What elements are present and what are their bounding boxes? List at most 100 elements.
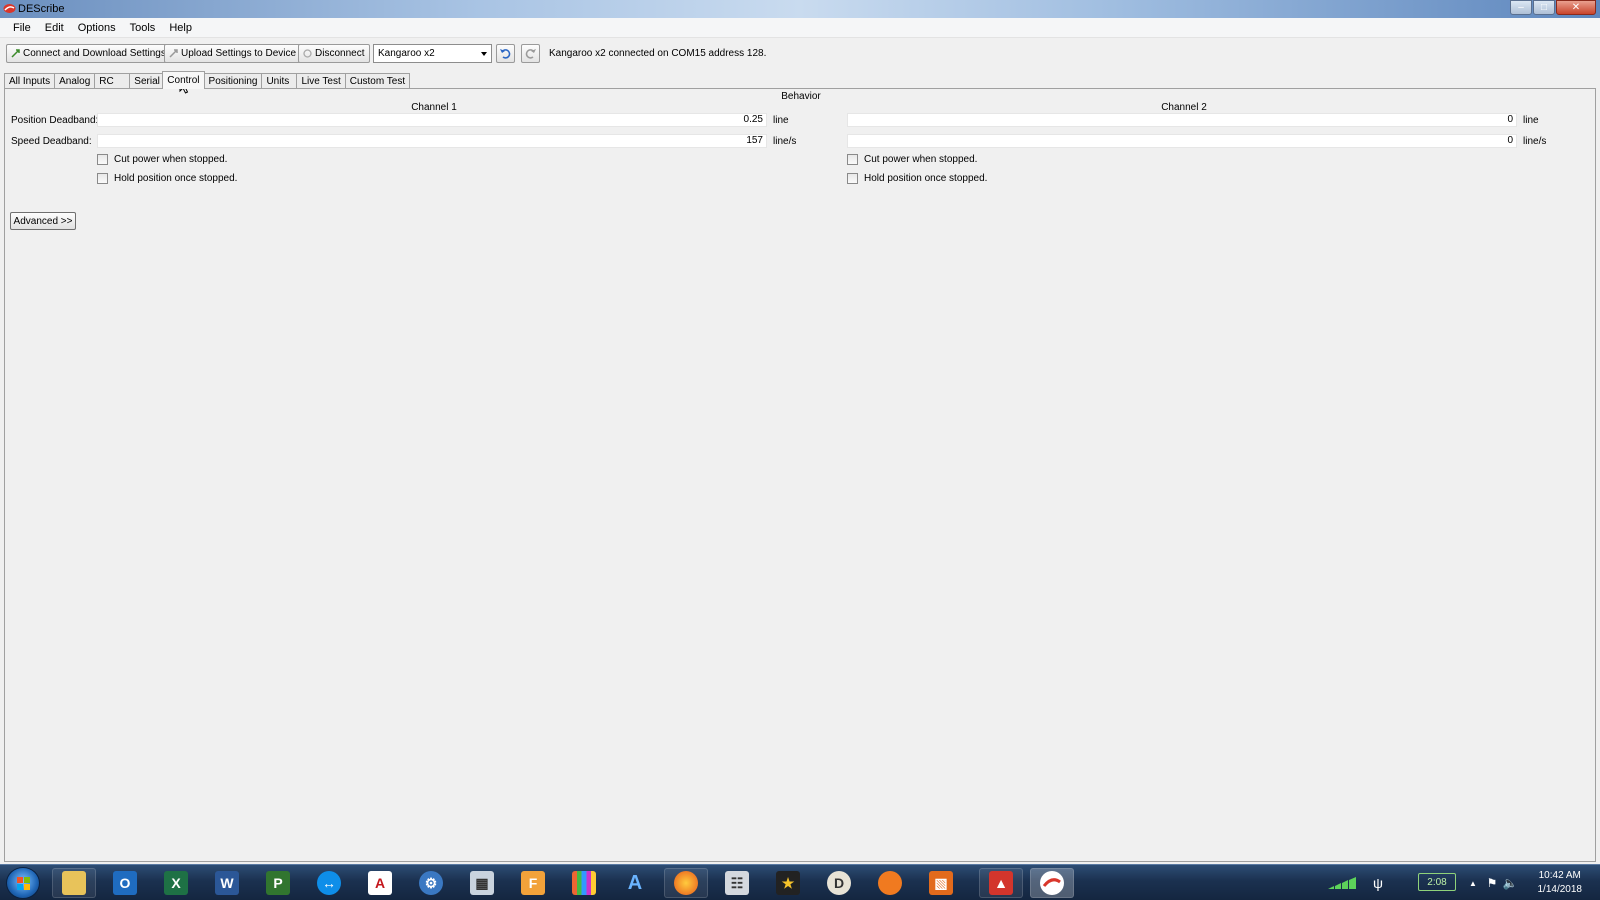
show-hidden-icons-icon[interactable]: ▲ bbox=[1466, 868, 1480, 898]
word-icon: W bbox=[215, 871, 239, 895]
taskbar-app-dark[interactable]: ★ bbox=[766, 868, 810, 898]
device-select-value: Kangaroo x2 bbox=[378, 48, 435, 59]
firefox-icon bbox=[674, 871, 698, 895]
taskbar-describe[interactable] bbox=[1030, 868, 1074, 898]
maximize-button[interactable]: □ bbox=[1533, 0, 1555, 15]
connection-status: Kangaroo x2 connected on COM15 address 1… bbox=[549, 48, 767, 59]
channel2-title: Channel 2 bbox=[1161, 102, 1207, 113]
taskbar-app-red[interactable]: ▲ bbox=[979, 868, 1023, 898]
advanced-button[interactable]: Advanced >> bbox=[10, 212, 76, 230]
describe-app-icon bbox=[3, 4, 16, 13]
toolbar: Connect and Download Settings Upload Set… bbox=[0, 39, 1600, 69]
menu-bar: File Edit Options Tools Help bbox=[0, 18, 1600, 38]
menu-options[interactable]: Options bbox=[71, 22, 123, 34]
calculator-icon: ▦ bbox=[470, 871, 494, 895]
start-button[interactable] bbox=[6, 867, 40, 899]
keyboard-icon: ☷ bbox=[725, 871, 749, 895]
ch2-hold-position-checkbox[interactable]: Hold position once stopped. bbox=[847, 173, 987, 184]
gear-icon: ⚙ bbox=[419, 871, 443, 895]
disconnect-icon bbox=[303, 49, 312, 58]
ch1-hold-position-checkbox[interactable]: Hold position once stopped. bbox=[97, 173, 237, 184]
taskbar-explorer[interactable] bbox=[52, 868, 96, 898]
taskbar-teamviewer[interactable]: ↔ bbox=[307, 868, 351, 898]
taskbar-keyboard[interactable]: ☷ bbox=[715, 868, 759, 898]
tab-units[interactable]: Units bbox=[261, 73, 298, 89]
taskbar-acrobat[interactable]: A bbox=[358, 868, 402, 898]
connect-download-button[interactable]: Connect and Download Settings bbox=[6, 44, 172, 63]
upload-icon bbox=[169, 49, 178, 58]
ch1-speed-deadband-input[interactable]: 157 bbox=[97, 134, 767, 148]
menu-tools[interactable]: Tools bbox=[123, 22, 163, 34]
teamviewer-icon: ↔ bbox=[317, 871, 341, 895]
dark-app-icon: ★ bbox=[776, 871, 800, 895]
ch2-position-deadband-input[interactable]: 0 bbox=[847, 113, 1517, 127]
disconnect-label: Disconnect bbox=[315, 48, 365, 59]
taskbar-app-frame[interactable]: ▧ bbox=[919, 868, 963, 898]
excel-icon: X bbox=[164, 871, 188, 895]
volume-icon[interactable]: 🔈 bbox=[1502, 868, 1518, 898]
taskbar-app-orange[interactable] bbox=[868, 868, 912, 898]
system-clock[interactable]: 10:42 AM 1/14/2018 bbox=[1538, 869, 1583, 897]
tab-control[interactable]: Control bbox=[162, 71, 205, 89]
ch1-cut-power-label: Cut power when stopped. bbox=[114, 154, 228, 165]
battery-indicator[interactable]: 2:08 bbox=[1418, 873, 1456, 891]
menu-edit[interactable]: Edit bbox=[38, 22, 71, 34]
ch2-speed-unit: line/s bbox=[1523, 136, 1547, 147]
clock-date: 1/14/2018 bbox=[1537, 884, 1583, 895]
taskbar-app-bars[interactable] bbox=[562, 868, 606, 898]
frame-app-icon: ▧ bbox=[929, 871, 953, 895]
action-center-flag-icon[interactable]: ⚑ bbox=[1484, 868, 1500, 898]
close-button[interactable]: ✕ bbox=[1556, 0, 1596, 15]
orange-app-icon bbox=[878, 871, 902, 895]
taskbar-firefox[interactable] bbox=[664, 868, 708, 898]
ch1-cut-power-checkbox[interactable]: Cut power when stopped. bbox=[97, 154, 227, 165]
menu-help[interactable]: Help bbox=[162, 22, 199, 34]
taskbar-filezilla[interactable]: F bbox=[511, 868, 555, 898]
circle-app-icon: D bbox=[827, 871, 851, 895]
tab-custom-test[interactable]: Custom Test bbox=[344, 73, 411, 89]
bars-icon bbox=[572, 871, 596, 895]
checkbox-box[interactable] bbox=[847, 173, 858, 184]
ch2-cut-power-checkbox[interactable]: Cut power when stopped. bbox=[847, 154, 977, 165]
taskbar-project[interactable]: P bbox=[256, 868, 300, 898]
taskbar-outlook[interactable]: O bbox=[103, 868, 147, 898]
checkbox-box[interactable] bbox=[97, 154, 108, 165]
menu-file[interactable]: File bbox=[6, 22, 38, 34]
behavior-section-title: Behavior bbox=[781, 91, 821, 102]
taskbar-app-circle[interactable]: D bbox=[817, 868, 861, 898]
tab-all-inputs[interactable]: All Inputs bbox=[4, 73, 56, 89]
ch1-position-deadband-input[interactable]: 0.25 bbox=[97, 113, 767, 127]
tab-rc[interactable]: RC bbox=[94, 73, 131, 89]
taskbar-word[interactable]: W bbox=[205, 868, 249, 898]
tab-serial[interactable]: Serial bbox=[129, 73, 164, 89]
undo-button[interactable] bbox=[496, 44, 515, 63]
tab-strip: All Inputs Analog RC Serial Control Posi… bbox=[4, 71, 411, 89]
minimize-button[interactable]: – bbox=[1510, 0, 1532, 15]
tab-live-test[interactable]: Live Test bbox=[296, 73, 346, 89]
device-select[interactable]: Kangaroo x2 bbox=[373, 44, 492, 63]
redo-icon bbox=[525, 49, 536, 59]
disconnect-button[interactable]: Disconnect bbox=[298, 44, 371, 63]
network-signal-icon[interactable] bbox=[1322, 868, 1362, 898]
filezilla-icon: F bbox=[521, 871, 545, 895]
tab-positioning[interactable]: Positioning bbox=[203, 73, 263, 89]
taskbar: O X W P ↔ A ⚙ ▦ F A ☷ ★ D ▧ ▲ ψ 2:08 ▲ ⚑… bbox=[0, 864, 1600, 900]
taskbar-app-a[interactable]: A bbox=[613, 868, 657, 898]
wireless-icon[interactable]: ψ bbox=[1364, 868, 1392, 898]
undo-icon bbox=[500, 49, 511, 59]
red-app-icon: ▲ bbox=[989, 871, 1013, 895]
upload-settings-button[interactable]: Upload Settings to Device bbox=[164, 44, 303, 63]
ch2-speed-deadband-input[interactable]: 0 bbox=[847, 134, 1517, 148]
taskbar-excel[interactable]: X bbox=[154, 868, 198, 898]
folder-icon bbox=[62, 871, 86, 895]
taskbar-calculator[interactable]: ▦ bbox=[460, 868, 504, 898]
project-icon: P bbox=[266, 871, 290, 895]
taskbar-settings[interactable]: ⚙ bbox=[409, 868, 453, 898]
channel1-title: Channel 1 bbox=[411, 102, 457, 113]
redo-button[interactable] bbox=[521, 44, 540, 63]
checkbox-box[interactable] bbox=[97, 173, 108, 184]
checkbox-box[interactable] bbox=[847, 154, 858, 165]
tab-analog[interactable]: Analog bbox=[54, 73, 96, 89]
ch1-speed-unit: line/s bbox=[773, 136, 797, 147]
connect-download-label: Connect and Download Settings bbox=[23, 48, 166, 59]
